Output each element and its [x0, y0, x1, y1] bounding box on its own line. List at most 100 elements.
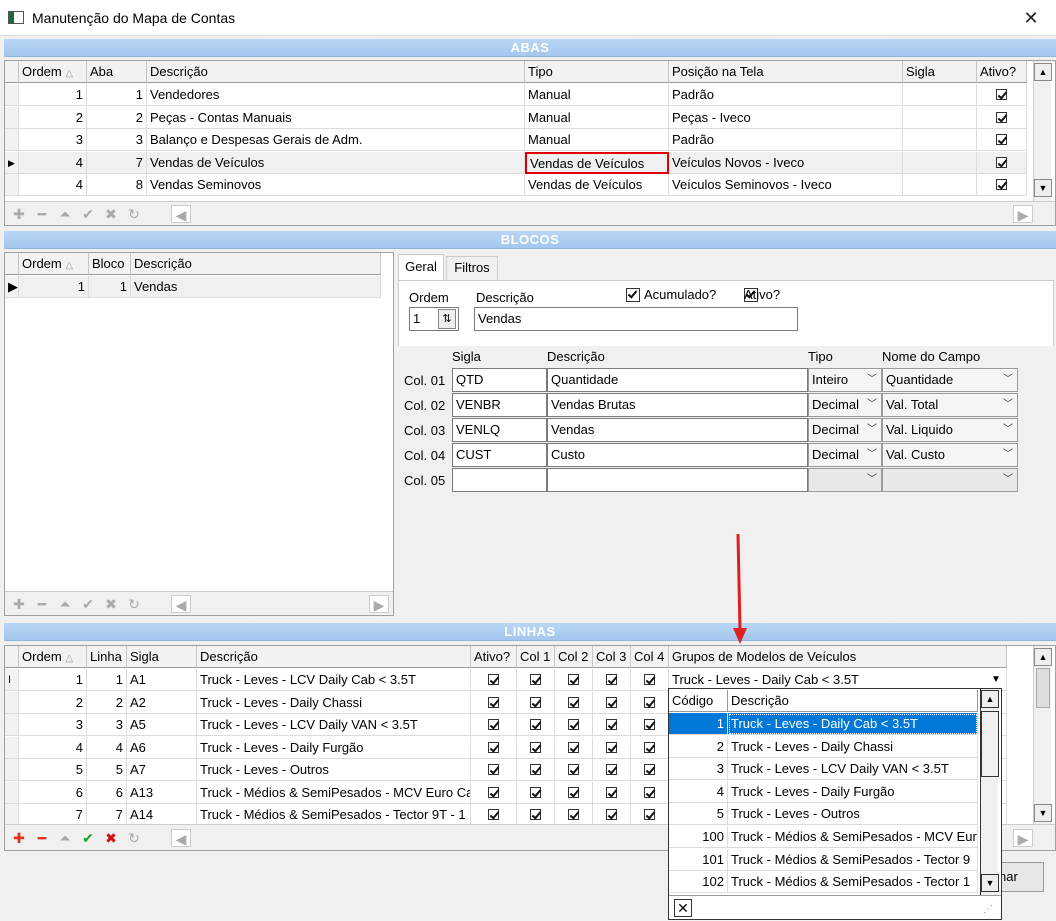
- linhas-col-linha[interactable]: Linha: [87, 646, 127, 668]
- linhas-checkbox[interactable]: [568, 764, 579, 775]
- close-icon[interactable]: ✕: [674, 899, 692, 917]
- col-campo-select[interactable]: Val. Total ﹀: [882, 393, 1018, 417]
- linhas-checkbox[interactable]: [568, 809, 579, 820]
- abas-cell-ordem[interactable]: 2: [19, 106, 87, 129]
- blocos-cell-bloco[interactable]: 1: [89, 276, 131, 298]
- linhas-cell-descricao[interactable]: Truck - Leves - Daily Chassi: [197, 691, 471, 714]
- abas-cell-ordem[interactable]: 4: [19, 151, 87, 174]
- scroll-left-icon[interactable]: ◀: [171, 595, 191, 613]
- linhas-checkbox[interactable]: [644, 696, 655, 708]
- linhas-col-col4[interactable]: Col 4: [631, 646, 669, 668]
- linhas-cell-descricao[interactable]: Truck - Leves - Daily Furgão: [197, 736, 471, 759]
- abas-cell-posicao[interactable]: Veículos Seminovos - Iveco: [669, 174, 903, 196]
- linhas-cell-sigla[interactable]: A7: [127, 759, 197, 781]
- abas-scrollbar[interactable]: ▲ ▼: [1033, 61, 1052, 201]
- abas-cell-sigla[interactable]: [903, 84, 977, 106]
- add-icon[interactable]: ✚: [9, 205, 29, 223]
- linhas-checkbox[interactable]: [644, 674, 655, 685]
- refresh-icon[interactable]: ↻: [124, 205, 144, 223]
- linhas-cell-descricao[interactable]: Truck - Leves - LCV Daily VAN < 3.5T: [197, 714, 471, 736]
- linhas-col-descricao[interactable]: Descrição: [197, 646, 471, 668]
- remove-icon[interactable]: ━: [32, 829, 52, 847]
- linhas-checkbox[interactable]: [488, 764, 499, 775]
- linhas-cell-linha[interactable]: 3: [87, 714, 127, 736]
- abas-col-tipo[interactable]: Tipo: [525, 61, 669, 83]
- col-campo-select[interactable]: Val. Liquido ﹀: [882, 418, 1018, 442]
- dropdown-cell-descricao[interactable]: Truck - Leves - Daily Chassi: [728, 735, 978, 758]
- linhas-checkbox[interactable]: [644, 786, 655, 798]
- col-sigla-input[interactable]: VENLQ: [452, 418, 547, 442]
- dropdown-cell-codigo[interactable]: 102: [669, 871, 728, 894]
- ativo-checkbox[interactable]: [996, 89, 1007, 100]
- linhas-checkbox[interactable]: [530, 719, 541, 730]
- scroll-right-icon[interactable]: ▶: [1013, 829, 1033, 847]
- abas-cell-ordem[interactable]: 1: [19, 84, 87, 106]
- dropdown-cell-codigo[interactable]: 3: [669, 758, 728, 781]
- add-icon[interactable]: ✚: [9, 829, 29, 847]
- abas-cell-descricao[interactable]: Peças - Contas Manuais: [147, 106, 525, 129]
- dropdown-cell-codigo[interactable]: 5: [669, 803, 728, 826]
- resize-grip-icon[interactable]: ⋰: [983, 904, 993, 915]
- acumulado-checkbox[interactable]: [626, 288, 640, 302]
- abas-col-descricao[interactable]: Descrição: [147, 61, 525, 83]
- linhas-cell-ordem[interactable]: 4: [19, 736, 87, 759]
- blocos-col-bloco[interactable]: Bloco: [89, 253, 131, 275]
- scroll-up-icon[interactable]: ▲: [1034, 63, 1052, 81]
- dropdown-cell-codigo[interactable]: 2: [669, 735, 728, 758]
- col-sigla-input[interactable]: CUST: [452, 443, 547, 467]
- abas-col-ativo[interactable]: Ativo?: [977, 61, 1027, 83]
- col-descricao-input[interactable]: Custo: [547, 443, 808, 467]
- dropdown-cell-descricao[interactable]: Truck - Leves - Outros: [728, 803, 978, 826]
- scroll-left-icon[interactable]: ◀: [171, 829, 191, 847]
- scroll-up-icon[interactable]: ▲: [1034, 648, 1052, 666]
- col-tipo-select[interactable]: Inteiro ﹀: [808, 368, 882, 392]
- linhas-checkbox[interactable]: [568, 719, 579, 730]
- linhas-checkbox[interactable]: [530, 764, 541, 775]
- confirm-icon[interactable]: ✔: [78, 829, 98, 847]
- abas-cell-sigla[interactable]: [903, 174, 977, 196]
- linhas-checkbox[interactable]: [644, 809, 655, 820]
- linhas-cell-descricao[interactable]: Truck - Leves - Outros: [197, 759, 471, 781]
- dropdown-scrollbar[interactable]: ▲ ▼: [980, 689, 999, 895]
- col-descricao-input[interactable]: [547, 468, 808, 492]
- abas-cell-tipo[interactable]: Manual: [525, 129, 669, 151]
- linhas-cell-linha[interactable]: 5: [87, 759, 127, 781]
- linhas-cell-ordem[interactable]: 7: [19, 804, 87, 826]
- blocos-cell-ordem[interactable]: 1: [19, 276, 89, 298]
- linhas-col-sigla[interactable]: Sigla: [127, 646, 197, 668]
- linhas-col-grupos[interactable]: Grupos de Modelos de Veículos: [669, 646, 1007, 668]
- dropdown-cell-codigo[interactable]: 1: [669, 713, 728, 735]
- linhas-checkbox[interactable]: [530, 809, 541, 820]
- linhas-checkbox[interactable]: [530, 741, 541, 753]
- linhas-cell-ordem[interactable]: 6: [19, 781, 87, 804]
- linhas-cell-linha[interactable]: 4: [87, 736, 127, 759]
- linhas-cell-ordem[interactable]: 2: [19, 691, 87, 714]
- abas-cell-posicao[interactable]: Padrão: [669, 129, 903, 151]
- linhas-col-ordem[interactable]: Ordem △: [19, 646, 87, 668]
- tab-filtros[interactable]: Filtros: [446, 256, 498, 280]
- col-sigla-input[interactable]: VENBR: [452, 393, 547, 417]
- dropdown-cell-descricao[interactable]: Truck - Leves - Daily Cab < 3.5T: [728, 713, 978, 735]
- linhas-checkbox[interactable]: [568, 741, 579, 753]
- dropdown-cell-codigo[interactable]: 4: [669, 780, 728, 803]
- col-sigla-input[interactable]: QTD: [452, 368, 547, 392]
- linhas-cell-descricao[interactable]: Truck - Médios & SemiPesados - Tector 9T…: [197, 804, 471, 826]
- scroll-down-icon[interactable]: ▼: [1034, 179, 1052, 197]
- ativo-checkbox[interactable]: [996, 179, 1007, 190]
- linhas-checkbox[interactable]: [606, 786, 617, 798]
- col-tipo-select[interactable]: Decimal ﹀: [808, 393, 882, 417]
- linhas-checkbox[interactable]: [488, 719, 499, 730]
- linhas-cell-sigla[interactable]: A13: [127, 781, 197, 804]
- dropdown-cell-descricao[interactable]: Truck - Leves - Daily Furgão: [728, 780, 978, 803]
- linhas-checkbox[interactable]: [606, 741, 617, 753]
- dropdown-cell-codigo[interactable]: 100: [669, 826, 728, 848]
- linhas-checkbox[interactable]: [488, 674, 499, 685]
- linhas-cell-ordem[interactable]: 5: [19, 759, 87, 781]
- remove-icon[interactable]: ━: [32, 205, 52, 223]
- linhas-cell-sigla[interactable]: A14: [127, 804, 197, 826]
- abas-cell-tipo[interactable]: Vendas de Veículos: [525, 174, 669, 196]
- abas-col-posicao[interactable]: Posição na Tela: [669, 61, 903, 83]
- col-tipo-select[interactable]: Decimal ﹀: [808, 418, 882, 442]
- linhas-checkbox[interactable]: [530, 696, 541, 708]
- ordem-stepper-icon[interactable]: ⇅: [438, 309, 456, 329]
